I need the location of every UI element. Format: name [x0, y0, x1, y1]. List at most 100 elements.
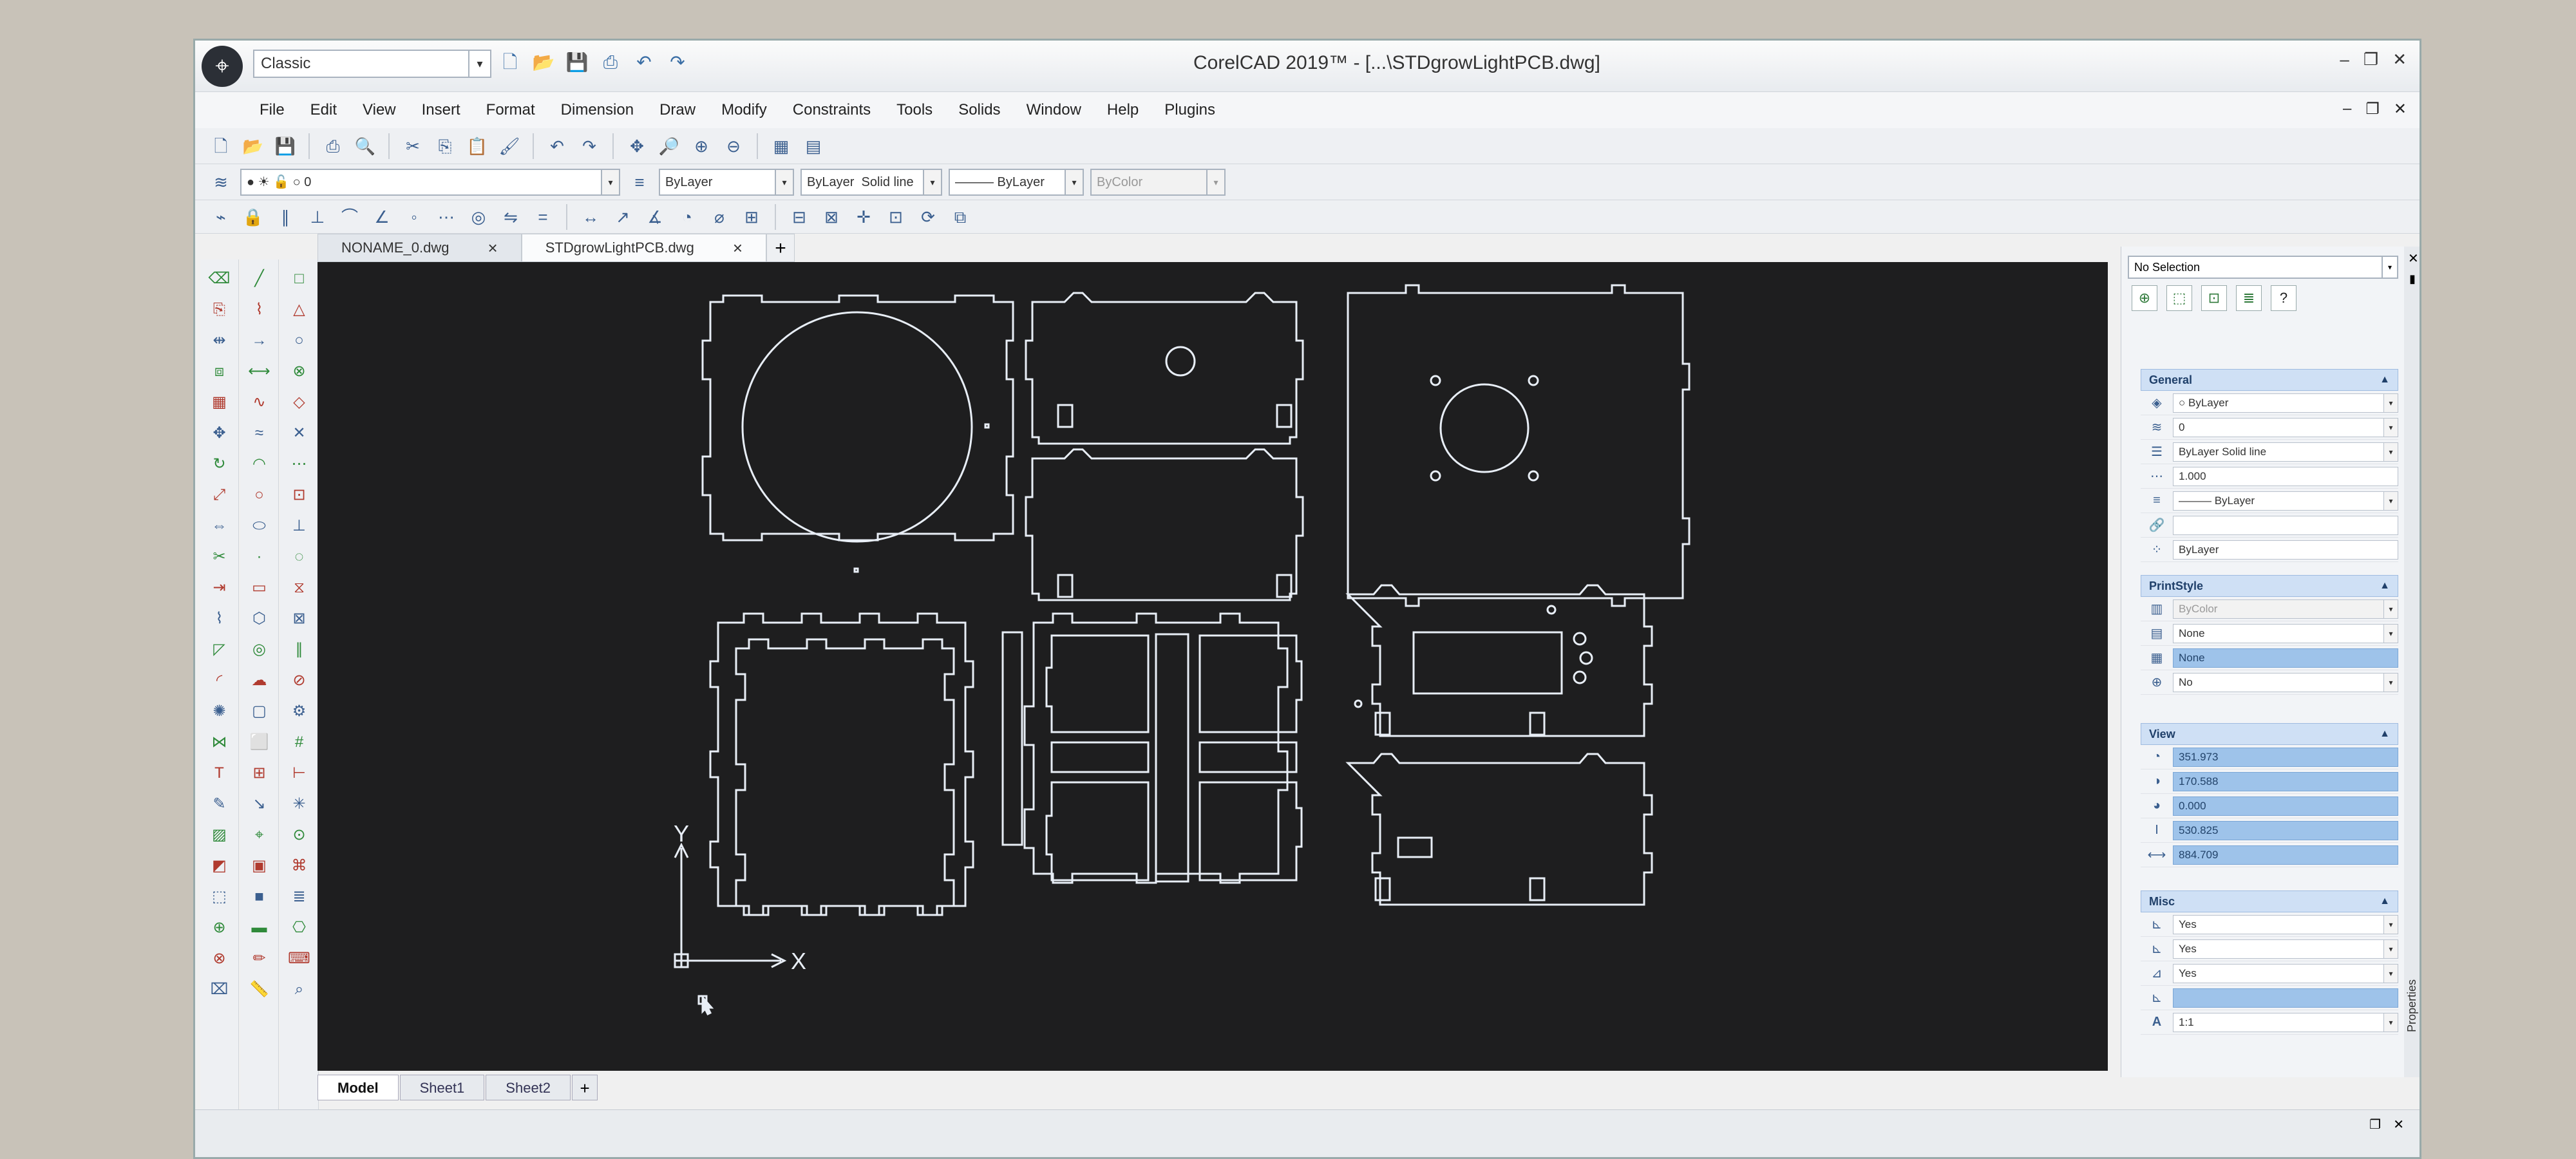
prop-value[interactable]: 884.709	[2173, 845, 2398, 865]
prop-value[interactable]: None	[2173, 648, 2398, 668]
snap-tangent-icon[interactable]: ◌	[287, 544, 312, 570]
scale-icon[interactable]: ⤢	[207, 482, 232, 508]
array-icon[interactable]: ▦	[207, 390, 232, 415]
tangent-icon[interactable]: ⌒	[337, 204, 363, 230]
snap-clear-icon[interactable]: ⊘	[287, 668, 312, 693]
esnap-icon[interactable]: ⊙	[287, 822, 312, 848]
help-icon[interactable]: ?	[2271, 285, 2297, 311]
trim-icon[interactable]: ✂	[207, 544, 232, 570]
sketch-icon[interactable]: ✏	[247, 946, 272, 972]
mirror-icon[interactable]: ⇹	[207, 328, 232, 353]
ortho-icon[interactable]: ⊢	[287, 760, 312, 786]
edit-text-icon[interactable]: ✎	[207, 791, 232, 817]
dim-linear-icon[interactable]: ↔	[578, 204, 603, 230]
menu-help[interactable]: Help	[1107, 101, 1139, 119]
menu-plugins[interactable]: Plugins	[1164, 101, 1215, 119]
save-icon[interactable]: 💾	[272, 133, 298, 159]
dim-style-icon[interactable]: ⊡	[883, 204, 909, 230]
boundary-icon[interactable]: ⬜	[247, 730, 272, 755]
redo-icon[interactable]: ↷	[665, 50, 690, 75]
region-icon[interactable]: ◩	[207, 853, 232, 879]
open-folder-icon[interactable]: 📂	[531, 50, 556, 75]
polar-icon[interactable]: ✳	[287, 791, 312, 817]
menu-insert[interactable]: Insert	[422, 101, 460, 119]
menu-edit[interactable]: Edit	[310, 101, 337, 119]
selection-combo[interactable]: No Selection ▾	[2128, 256, 2398, 279]
zoom-previous-icon[interactable]: ⊖	[721, 133, 746, 159]
stretch-icon[interactable]: ⇔	[207, 513, 232, 539]
symmetric-icon[interactable]: ⇋	[498, 204, 524, 230]
tab-model[interactable]: Model	[317, 1075, 399, 1100]
cut-icon[interactable]: ✂	[400, 133, 426, 159]
quick-select-icon[interactable]: ⊡	[2201, 285, 2227, 311]
print-icon[interactable]: ⎙	[598, 50, 623, 75]
chevron-down-icon[interactable]: ▾	[2383, 393, 2398, 412]
collapse-icon[interactable]: ▲	[2380, 724, 2390, 744]
undo-icon[interactable]: ↶	[544, 133, 570, 159]
tab-sheet2[interactable]: Sheet2	[486, 1075, 571, 1100]
freehand-icon[interactable]: ≈	[247, 420, 272, 446]
chevron-down-icon[interactable]: ▾	[2383, 915, 2398, 934]
chevron-down-icon[interactable]: ▾	[2383, 442, 2398, 461]
tolerance-icon[interactable]: ⌖	[247, 822, 272, 848]
snap-apparent-icon[interactable]: ⊠	[287, 606, 312, 632]
dim-baseline-icon[interactable]: ⊟	[786, 204, 812, 230]
snap-insertion-icon[interactable]: ⊡	[287, 482, 312, 508]
quick-input-icon[interactable]: ⌕	[287, 977, 312, 1003]
lineweight-combo[interactable]: ——— ByLayer ▾	[949, 168, 1084, 196]
new-tab-button[interactable]: +	[766, 234, 795, 262]
infinite-line-icon[interactable]: ⟷	[247, 359, 272, 384]
dim-center-mark-icon[interactable]: ✛	[851, 204, 876, 230]
doc-minimize-icon[interactable]: –	[2343, 100, 2351, 118]
new-icon[interactable]: 🗋	[208, 133, 234, 159]
zoom-window-icon[interactable]: ⊕	[688, 133, 714, 159]
layers-manager-icon[interactable]: ≋	[208, 169, 234, 195]
chevron-down-icon[interactable]: ▾	[2382, 257, 2397, 278]
extend-icon[interactable]: ⇥	[207, 575, 232, 601]
menu-tools[interactable]: Tools	[896, 101, 933, 119]
copy-icon[interactable]: ⎘	[432, 133, 458, 159]
dim-override-icon[interactable]: ⧉	[947, 204, 973, 230]
status-close-icon[interactable]: ✕	[2393, 1117, 2404, 1133]
chevron-down-icon[interactable]: ▾	[2383, 939, 2398, 958]
line-icon[interactable]: ╱	[247, 266, 272, 292]
ray-icon[interactable]: →	[247, 328, 272, 353]
corelcad-logo-icon[interactable]: ⌖	[202, 46, 243, 87]
prop-value[interactable]: 0.000	[2173, 796, 2398, 816]
snap-midpoint-icon[interactable]: △	[287, 297, 312, 323]
tab-sheet1[interactable]: Sheet1	[399, 1075, 485, 1100]
rotate-icon[interactable]: ↻	[207, 451, 232, 477]
prop-value[interactable]: ○ ByLayer ▾	[2173, 393, 2398, 413]
prop-value[interactable]: ByLayer Solid line ▾	[2173, 442, 2398, 462]
prop-value[interactable]: No ▾	[2173, 672, 2398, 692]
chevron-down-icon[interactable]: ▾	[2383, 418, 2398, 437]
doc-close-icon[interactable]: ✕	[2394, 100, 2407, 118]
match-properties-icon[interactable]: 🖌	[497, 133, 522, 159]
solid-icon[interactable]: ■	[247, 884, 272, 910]
polyline-icon[interactable]: ⌇	[247, 297, 272, 323]
chevron-down-icon[interactable]: ▾	[2383, 491, 2398, 510]
dim-radius-icon[interactable]: ◔	[674, 204, 700, 230]
close-icon[interactable]: ×	[488, 234, 498, 262]
section-header[interactable]: PrintStyle ▲	[2141, 575, 2398, 597]
dim-update-icon[interactable]: ⟳	[915, 204, 941, 230]
prop-value[interactable]	[2173, 515, 2398, 535]
lock-icon[interactable]: 🔒	[240, 204, 266, 230]
menu-solids[interactable]: Solids	[958, 101, 1000, 119]
doc-restore-icon[interactable]: ❐	[2365, 100, 2380, 118]
chevron-down-icon[interactable]: ▾	[2383, 624, 2398, 643]
chevron-down-icon[interactable]: ▾	[2383, 1013, 2398, 1032]
fillet-icon[interactable]: ◜	[207, 668, 232, 693]
attribute-icon[interactable]: ⊗	[207, 946, 232, 972]
prop-value[interactable]: ——— ByLayer ▾	[2173, 491, 2398, 511]
status-restore-icon[interactable]: ❐	[2369, 1117, 2381, 1133]
select-objects-icon[interactable]: ⬚	[2166, 285, 2192, 311]
properties-side-label[interactable]: Properties	[2405, 979, 2419, 1032]
chevron-down-icon[interactable]: ▾	[775, 169, 793, 194]
tab-noname-0[interactable]: NONAME_0.dwg ×	[317, 234, 522, 262]
move-icon[interactable]: ✥	[207, 420, 232, 446]
menu-draw[interactable]: Draw	[659, 101, 696, 119]
ellipse-icon[interactable]: ⬭	[247, 513, 272, 539]
offset-icon[interactable]: ⧈	[207, 359, 232, 384]
section-header[interactable]: Misc ▲	[2141, 890, 2398, 912]
